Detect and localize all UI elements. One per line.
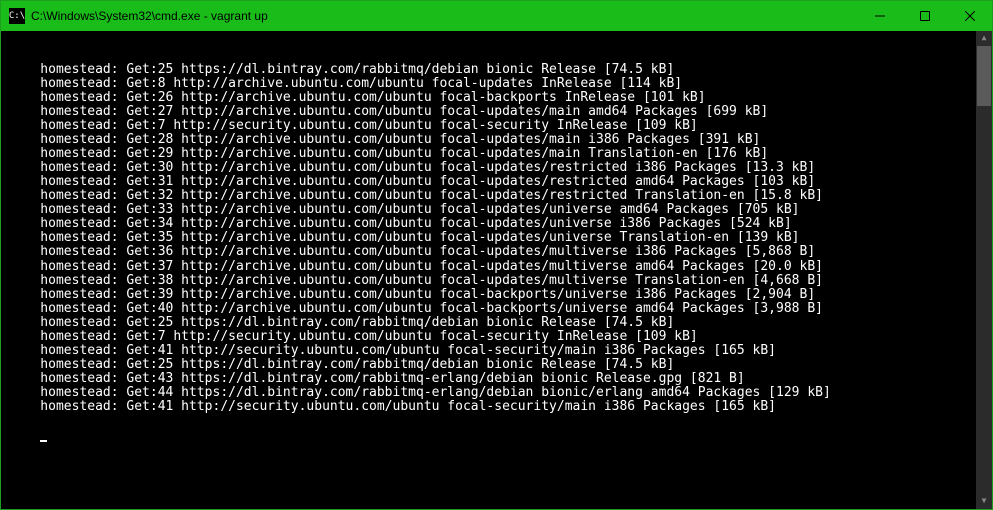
terminal-line: homestead: Get:35 http://archive.ubuntu.… (9, 231, 992, 245)
scroll-down-icon[interactable]: ▼ (976, 494, 992, 509)
scrollbar-thumb[interactable] (977, 46, 991, 106)
terminal-line: homestead: Get:33 http://archive.ubuntu.… (9, 203, 992, 217)
maximize-button[interactable] (902, 1, 947, 31)
cmd-icon: C:\ (9, 8, 25, 24)
terminal-line: homestead: Get:37 http://archive.ubuntu.… (9, 260, 992, 274)
terminal-line: homestead: Get:38 http://archive.ubuntu.… (9, 274, 992, 288)
terminal-line: homestead: Get:7 http://security.ubuntu.… (9, 330, 992, 344)
terminal-line: homestead: Get:25 https://dl.bintray.com… (9, 63, 992, 77)
window-controls (857, 1, 992, 31)
terminal-line: homestead: Get:25 https://dl.bintray.com… (9, 316, 992, 330)
terminal-line: homestead: Get:31 http://archive.ubuntu.… (9, 175, 992, 189)
window-title: C:\Windows\System32\cmd.exe - vagrant up (31, 9, 857, 23)
terminal-line: homestead: Get:7 http://security.ubuntu.… (9, 119, 992, 133)
terminal-line: homestead: Get:27 http://archive.ubuntu.… (9, 105, 992, 119)
close-button[interactable] (947, 1, 992, 31)
scrollbar[interactable]: ▲ ▼ (976, 31, 992, 509)
terminal-line: homestead: Get:25 https://dl.bintray.com… (9, 358, 992, 372)
terminal-line: homestead: Get:40 http://archive.ubuntu.… (9, 302, 992, 316)
terminal-line: homestead: Get:44 https://dl.bintray.com… (9, 386, 992, 400)
terminal-line: homestead: Get:39 http://archive.ubuntu.… (9, 288, 992, 302)
terminal-line: homestead: Get:29 http://archive.ubuntu.… (9, 147, 992, 161)
cursor (40, 440, 47, 442)
terminal-line: homestead: Get:41 http://security.ubuntu… (9, 400, 992, 414)
terminal-lines: homestead: Get:25 https://dl.bintray.com… (9, 63, 992, 414)
terminal-output[interactable]: homestead: Get:25 https://dl.bintray.com… (1, 31, 992, 509)
minimize-button[interactable] (857, 1, 902, 31)
terminal-line: homestead: Get:34 http://archive.ubuntu.… (9, 217, 992, 231)
terminal-line: homestead: Get:43 https://dl.bintray.com… (9, 372, 992, 386)
terminal-line: homestead: Get:41 http://security.ubuntu… (9, 344, 992, 358)
cmd-window: C:\ C:\Windows\System32\cmd.exe - vagran… (0, 0, 993, 510)
terminal-line: homestead: Get:30 http://archive.ubuntu.… (9, 161, 992, 175)
terminal-line: homestead: Get:26 http://archive.ubuntu.… (9, 91, 992, 105)
titlebar[interactable]: C:\ C:\Windows\System32\cmd.exe - vagran… (1, 1, 992, 31)
terminal-line: homestead: Get:36 http://archive.ubuntu.… (9, 245, 992, 259)
terminal-line: homestead: Get:32 http://archive.ubuntu.… (9, 189, 992, 203)
terminal-line: homestead: Get:28 http://archive.ubuntu.… (9, 133, 992, 147)
scroll-up-icon[interactable]: ▲ (976, 31, 992, 46)
terminal-line: homestead: Get:8 http://archive.ubuntu.c… (9, 77, 992, 91)
